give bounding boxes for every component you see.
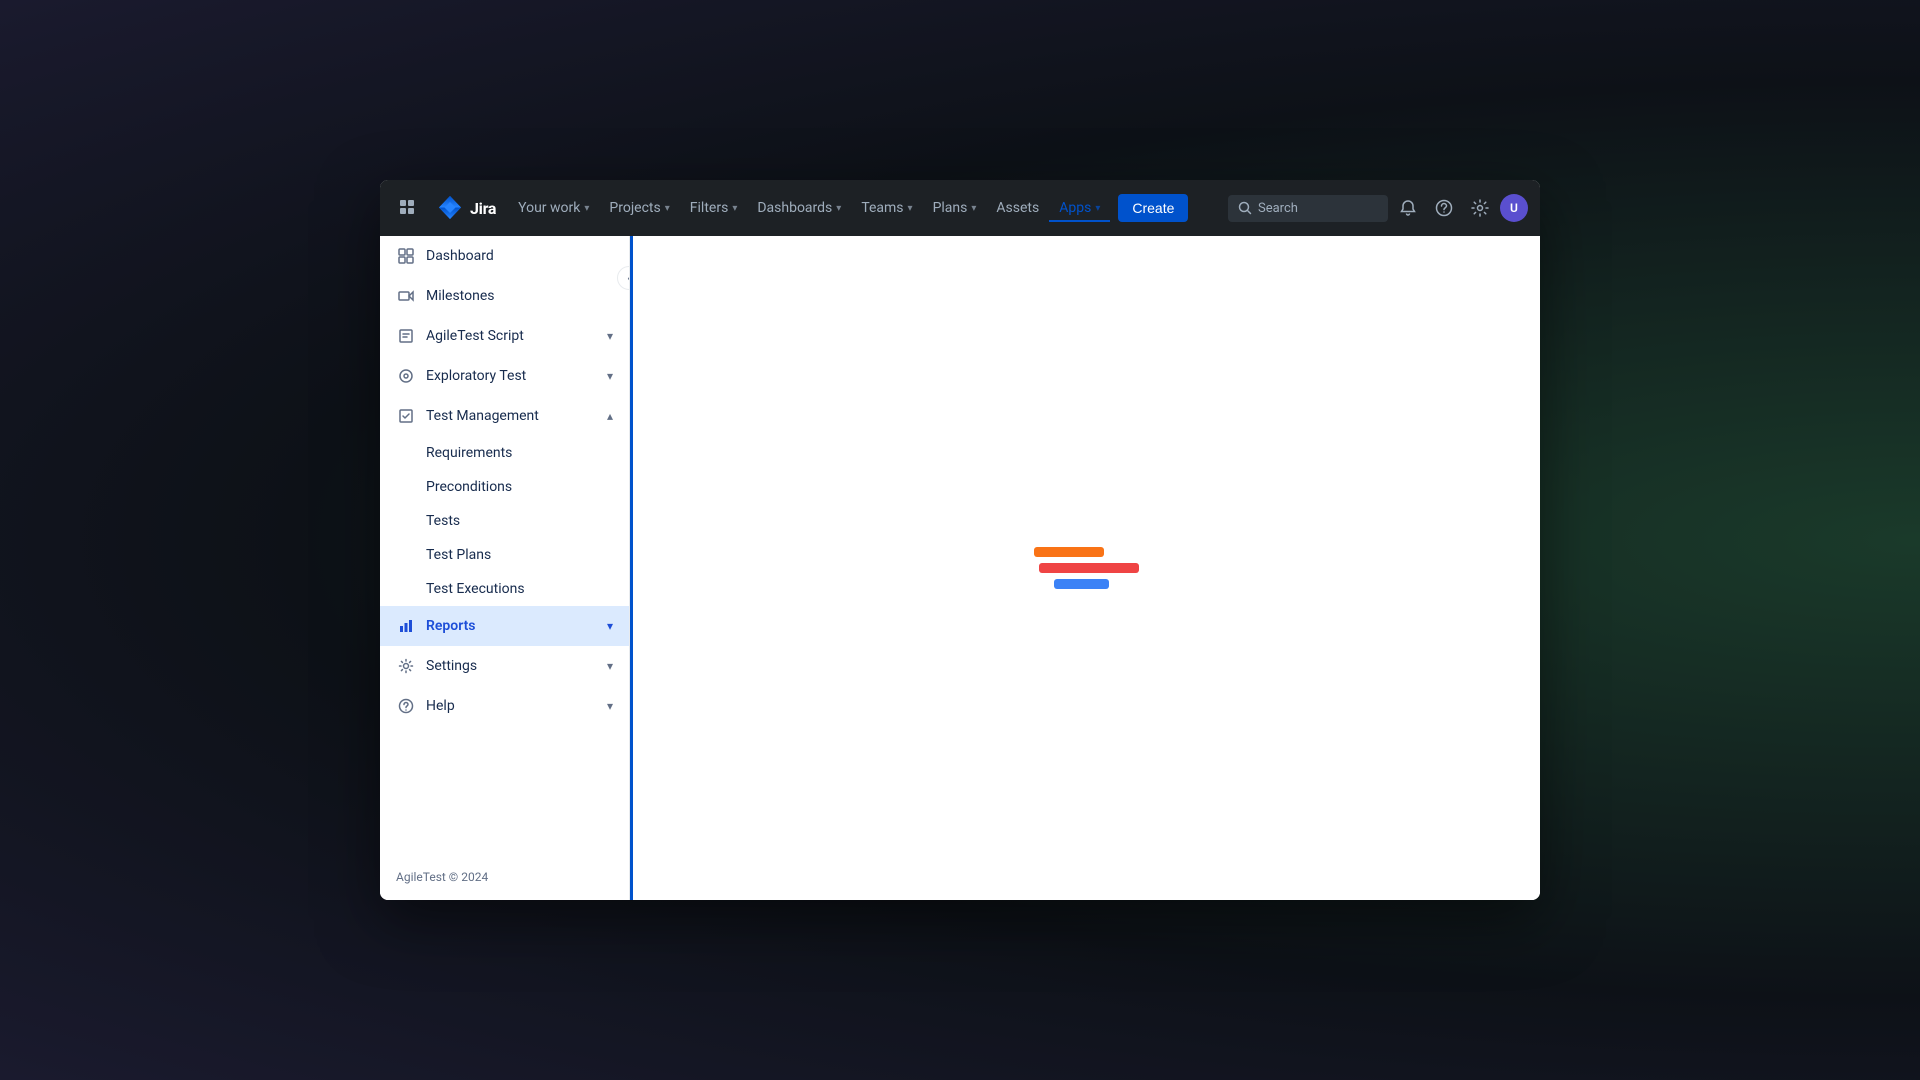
loading-bar-blue — [1054, 579, 1109, 589]
chevron-down-icon: ▾ — [908, 203, 913, 214]
chevron-down-icon: ▾ — [607, 619, 613, 633]
sidebar-resize-handle[interactable] — [630, 236, 633, 900]
nav-item-your-work[interactable]: Your work ▾ — [508, 194, 599, 222]
sidebar-item-help[interactable]: Help ▾ — [380, 686, 629, 726]
sidebar-sub-item-requirements[interactable]: Requirements — [380, 436, 629, 470]
milestones-icon — [396, 286, 416, 306]
sidebar-sub-item-test-executions[interactable]: Test Executions — [380, 572, 629, 606]
sidebar-sub-item-test-plans[interactable]: Test Plans — [380, 538, 629, 572]
jira-logo[interactable]: Jira — [436, 194, 496, 222]
reports-icon — [396, 616, 416, 636]
search-box[interactable]: Search — [1228, 195, 1388, 222]
help-icon[interactable] — [1428, 192, 1460, 224]
chevron-down-icon: ▾ — [607, 659, 613, 673]
sidebar-item-dashboard[interactable]: Dashboard — [380, 236, 629, 276]
navbar: Jira Your work ▾ Projects ▾ Filters ▾ Da… — [380, 180, 1540, 236]
create-button[interactable]: Create — [1118, 194, 1188, 222]
sidebar-item-reports[interactable]: Reports ▾ — [380, 606, 629, 646]
help-circle-icon — [396, 696, 416, 716]
nav-item-apps[interactable]: Apps ▾ — [1049, 194, 1110, 222]
nav-item-plans[interactable]: Plans ▾ — [923, 194, 987, 222]
chevron-down-icon: ▾ — [607, 369, 613, 383]
nav-item-teams[interactable]: Teams ▾ — [851, 194, 922, 222]
chevron-down-icon: ▾ — [665, 203, 670, 214]
chevron-down-icon: ▾ — [607, 699, 613, 713]
sidebar-item-settings[interactable]: Settings ▾ — [380, 646, 629, 686]
exploratory-icon — [396, 366, 416, 386]
apps-grid-icon[interactable] — [392, 192, 424, 224]
script-icon — [396, 326, 416, 346]
chevron-down-icon: ▾ — [836, 203, 841, 214]
loading-animation — [1034, 547, 1139, 589]
sidebar-item-exploratory-test[interactable]: Exploratory Test ▾ — [380, 356, 629, 396]
sidebar-item-milestones[interactable]: Milestones — [380, 276, 629, 316]
notifications-bell-icon[interactable] — [1392, 192, 1424, 224]
navbar-right: Search — [1228, 192, 1528, 224]
loading-bar-red — [1039, 563, 1139, 573]
page-area — [633, 236, 1540, 900]
chevron-down-icon: ▾ — [971, 203, 976, 214]
sidebar-footer: AgileTest © 2024 — [380, 854, 629, 900]
settings-gear-icon — [396, 656, 416, 676]
sidebar-sub-item-preconditions[interactable]: Preconditions — [380, 470, 629, 504]
settings-icon[interactable] — [1464, 192, 1496, 224]
dashboard-icon — [396, 246, 416, 266]
chevron-down-icon: ▾ — [732, 203, 737, 214]
chevron-down-icon: ▾ — [584, 203, 589, 214]
chevron-down-icon: ▾ — [1095, 203, 1100, 214]
testmgmt-icon — [396, 406, 416, 426]
nav-item-dashboards[interactable]: Dashboards ▾ — [747, 194, 851, 222]
chevron-up-icon: ▴ — [607, 409, 613, 423]
sidebar-sub-item-tests[interactable]: Tests — [380, 504, 629, 538]
sidebar-item-agiletest-script[interactable]: AgileTest Script ▾ — [380, 316, 629, 356]
search-icon — [1238, 201, 1252, 215]
nav-item-filters[interactable]: Filters ▾ — [680, 194, 748, 222]
avatar[interactable]: U — [1500, 194, 1528, 222]
sidebar-item-test-management[interactable]: Test Management ▴ — [380, 396, 629, 436]
jira-logo-text: Jira — [470, 199, 496, 218]
chevron-down-icon: ▾ — [607, 329, 613, 343]
main-content: ‹ Dashboard — [380, 236, 1540, 900]
loading-bar-orange — [1034, 547, 1104, 557]
sidebar: ‹ Dashboard — [380, 236, 630, 900]
nav-items: Your work ▾ Projects ▾ Filters ▾ Dashboa… — [508, 194, 1224, 222]
nav-item-assets[interactable]: Assets — [986, 194, 1049, 222]
nav-item-projects[interactable]: Projects ▾ — [599, 194, 679, 222]
